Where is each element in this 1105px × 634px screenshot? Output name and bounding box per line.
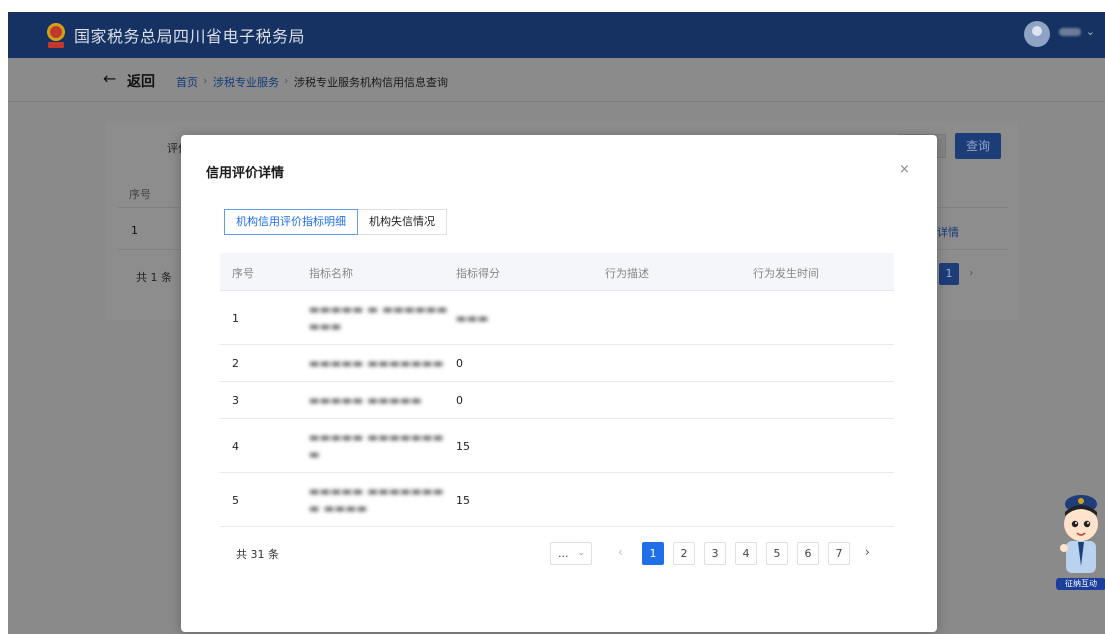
page-size-value: ... [558,547,569,560]
indicator-table: 序号 指标名称 指标得分 行为描述 行为发生时间 1 ▬▬▬▬▬ ▬ ▬▬▬▬▬… [220,253,894,527]
page-button-2[interactable]: 2 [673,542,695,565]
back-arrow-icon[interactable]: ← [103,69,116,88]
tab-dishonesty[interactable]: 机构失信情况 [358,209,447,235]
top-navbar: 国家税务总局四川省电子税务局 ⌄ [8,12,1105,58]
site-title: 国家税务总局四川省电子税务局 [74,27,306,46]
breadcrumb-separator: › [203,74,208,87]
page-button-5[interactable]: 5 [766,542,788,565]
table-row: 1 ▬▬▬▬▬ ▬ ▬▬▬▬▬▬ ▬▬▬ ▬▬▬ [220,291,894,345]
chevron-right-icon[interactable]: › [969,266,973,279]
page-button-3[interactable]: 3 [704,542,726,565]
detail-link[interactable]: 详情 [937,224,959,240]
background-total: 共 1 条 [136,271,172,284]
breadcrumb-tax-service[interactable]: 涉税专业服务 [213,74,279,90]
table-row: 3 ▬▬▬▬▬ ▬▬▬▬▬ 0 [220,382,894,419]
table-row: 5 ▬▬▬▬▬ ▬▬▬▬▬▬▬ ▬ ▬▬▬▬ 15 [220,473,894,527]
row-score: 0 [456,394,463,407]
redacted-indicator-name: ▬▬▬▬▬ ▬▬▬▬▬▬▬ ▬ ▬▬▬▬ [309,485,444,515]
username[interactable] [1059,28,1081,36]
pagination: 共 31 条 ... ⌄ ‹ 1 2 3 4 5 6 7 › [181,542,937,566]
breadcrumb-current: 涉税专业服务机构信用信息查询 [294,76,448,89]
tab-group: 机构信用评价指标明细 机构失信情况 [224,209,447,235]
mascot-icon[interactable] [1056,486,1105,590]
chevron-down-icon: ⌄ [577,548,585,558]
column-header-name: 指标名称 [309,267,353,280]
row-score: 15 [456,440,470,453]
chevron-down-icon[interactable]: ⌄ [1086,25,1095,38]
credit-detail-dialog: 信用评价详情 × 机构信用评价指标明细 机构失信情况 序号 指标名称 指标得分 … [181,135,937,632]
page-button-1[interactable]: 1 [642,542,664,565]
sub-header: ← 返回 首页 › 涉税专业服务 › 涉税专业服务机构信用信息查询 [8,58,1105,102]
column-header-seq: 序号 [232,267,254,280]
mascot-label[interactable]: 征纳互动 [1056,578,1105,590]
table-header: 序号 指标名称 指标得分 行为描述 行为发生时间 [220,253,894,291]
redacted-indicator-name: ▬▬▬▬▬ ▬▬▬▬▬ [309,394,422,407]
table-row: 2 ▬▬▬▬▬ ▬▬▬▬▬▬▬ 0 [220,345,894,382]
redacted-indicator-name: ▬▬▬▬▬ ▬ ▬▬▬▬▬▬ ▬▬▬ [309,303,448,333]
row-score: 15 [456,494,470,507]
close-icon[interactable]: × [899,162,910,177]
breadcrumb-home[interactable]: 首页 [176,74,198,90]
page-size-select[interactable]: ... ⌄ [550,542,592,565]
page-button-6[interactable]: 6 [797,542,819,565]
tax-emblem-icon [47,23,65,48]
row-seq: 1 [232,312,239,325]
tab-indicator-detail[interactable]: 机构信用评价指标明细 [224,209,358,235]
table-row: 4 ▬▬▬▬▬ ▬▬▬▬▬▬▬ ▬ 15 [220,419,894,473]
dialog-title: 信用评价详情 [206,166,285,181]
page-button-4[interactable]: 4 [735,542,757,565]
redacted-score: ▬▬▬ [456,312,489,325]
user-avatar[interactable] [1024,21,1050,47]
row-seq: 5 [232,494,239,507]
redacted-indicator-name: ▬▬▬▬▬ ▬▬▬▬▬▬▬ ▬ [309,431,444,461]
breadcrumb-separator: › [284,74,289,87]
pagination-total: 共 31 条 [236,548,279,561]
background-row-seq: 1 [131,224,138,237]
query-button[interactable]: 查询 [955,133,1001,159]
column-header-score: 指标得分 [456,267,500,280]
redacted-indicator-name: ▬▬▬▬▬ ▬▬▬▬▬▬▬ [309,357,444,370]
row-seq: 3 [232,394,239,407]
column-header-desc: 行为描述 [605,267,649,280]
chevron-left-icon[interactable]: ‹ [618,545,623,559]
chevron-right-icon[interactable]: › [865,545,870,559]
background-column-seq: 序号 [129,188,151,201]
row-score: 0 [456,357,463,370]
row-seq: 4 [232,440,239,453]
background-page-1[interactable]: 1 [939,263,959,285]
back-button[interactable]: 返回 [127,71,155,91]
page-button-7[interactable]: 7 [828,542,850,565]
row-seq: 2 [232,357,239,370]
column-header-time: 行为发生时间 [753,267,819,280]
